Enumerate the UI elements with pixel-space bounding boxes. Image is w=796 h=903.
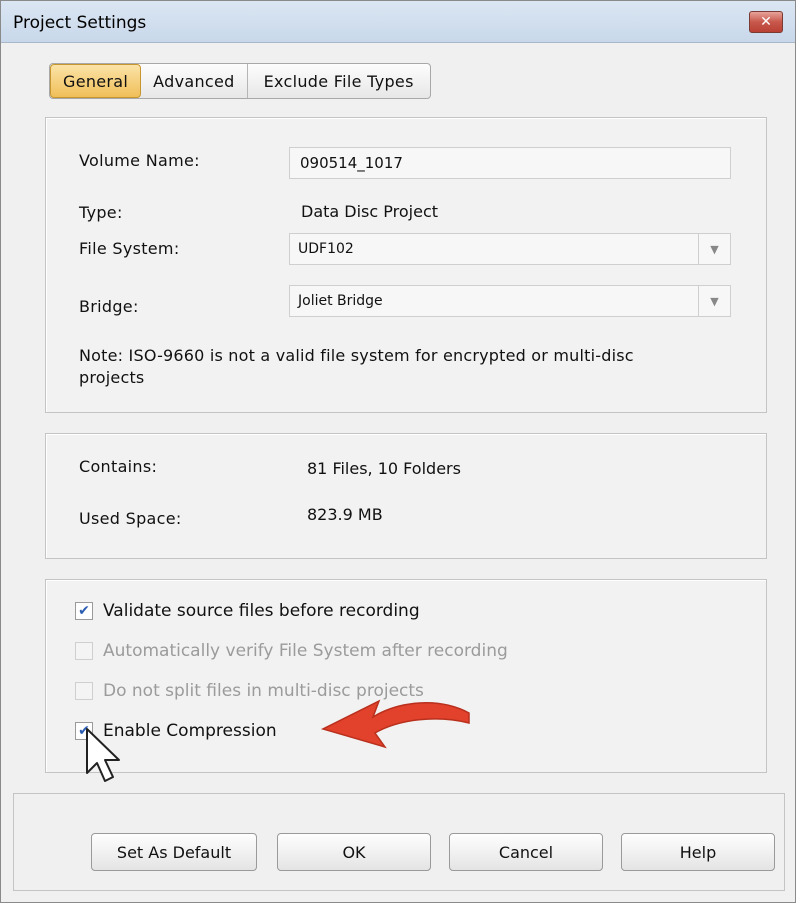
type-value: Data Disc Project — [301, 202, 439, 221]
option-label: Enable Compression — [103, 721, 277, 741]
option-verify-file-system[interactable]: Automatically verify File System after r… — [75, 641, 508, 661]
chevron-down-icon: ▼ — [698, 234, 730, 264]
option-label: Validate source files before recording — [103, 601, 420, 621]
file-system-label: File System: — [79, 239, 180, 258]
annotation-arrow-icon — [320, 699, 470, 749]
close-icon: ✕ — [760, 14, 772, 30]
volume-name-value: 090514_1017 — [300, 154, 403, 172]
option-validate-source[interactable]: ✔ Validate source files before recording — [75, 601, 420, 621]
type-label: Type: — [79, 203, 123, 222]
bridge-select[interactable]: Joliet Bridge ▼ — [289, 285, 731, 317]
cancel-button[interactable]: Cancel — [449, 833, 603, 871]
mouse-cursor-icon — [86, 728, 120, 782]
contains-label: Contains: — [79, 457, 158, 476]
checkbox-validate-source[interactable]: ✔ — [75, 602, 93, 620]
project-info-group — [45, 433, 767, 559]
tab-general[interactable]: General — [50, 64, 142, 98]
check-icon: ✔ — [78, 603, 90, 619]
file-system-note: Note: ISO-9660 is not a valid file syste… — [79, 346, 634, 387]
checkbox-verify-file-system[interactable] — [75, 642, 93, 660]
chevron-down-icon: ▼ — [698, 286, 730, 316]
ok-button[interactable]: OK — [277, 833, 431, 871]
contains-value: 81 Files, 10 Folders — [307, 459, 461, 478]
tab-advanced[interactable]: Advanced — [141, 64, 248, 98]
used-space-label: Used Space: — [79, 509, 182, 528]
checkbox-no-split-files[interactable] — [75, 682, 93, 700]
tab-strip: General Advanced Exclude File Types — [49, 63, 431, 99]
close-button[interactable]: ✕ — [749, 11, 783, 33]
volume-name-label: Volume Name: — [79, 151, 200, 170]
project-settings-dialog: Project Settings ✕ General Advanced Excl… — [0, 0, 796, 903]
bridge-label: Bridge: — [79, 297, 139, 316]
file-system-select[interactable]: UDF102 ▼ — [289, 233, 731, 265]
help-button[interactable]: Help — [621, 833, 775, 871]
used-space-value: 823.9 MB — [307, 505, 383, 524]
volume-name-input[interactable]: 090514_1017 — [289, 147, 731, 179]
title-bar: Project Settings ✕ — [1, 1, 795, 43]
bridge-value: Joliet Bridge — [298, 293, 383, 309]
file-system-value: UDF102 — [298, 241, 354, 257]
option-label: Automatically verify File System after r… — [103, 641, 508, 661]
set-as-default-button[interactable]: Set As Default — [91, 833, 257, 871]
tab-exclude-file-types[interactable]: Exclude File Types — [248, 64, 430, 98]
window-title: Project Settings — [13, 13, 147, 33]
